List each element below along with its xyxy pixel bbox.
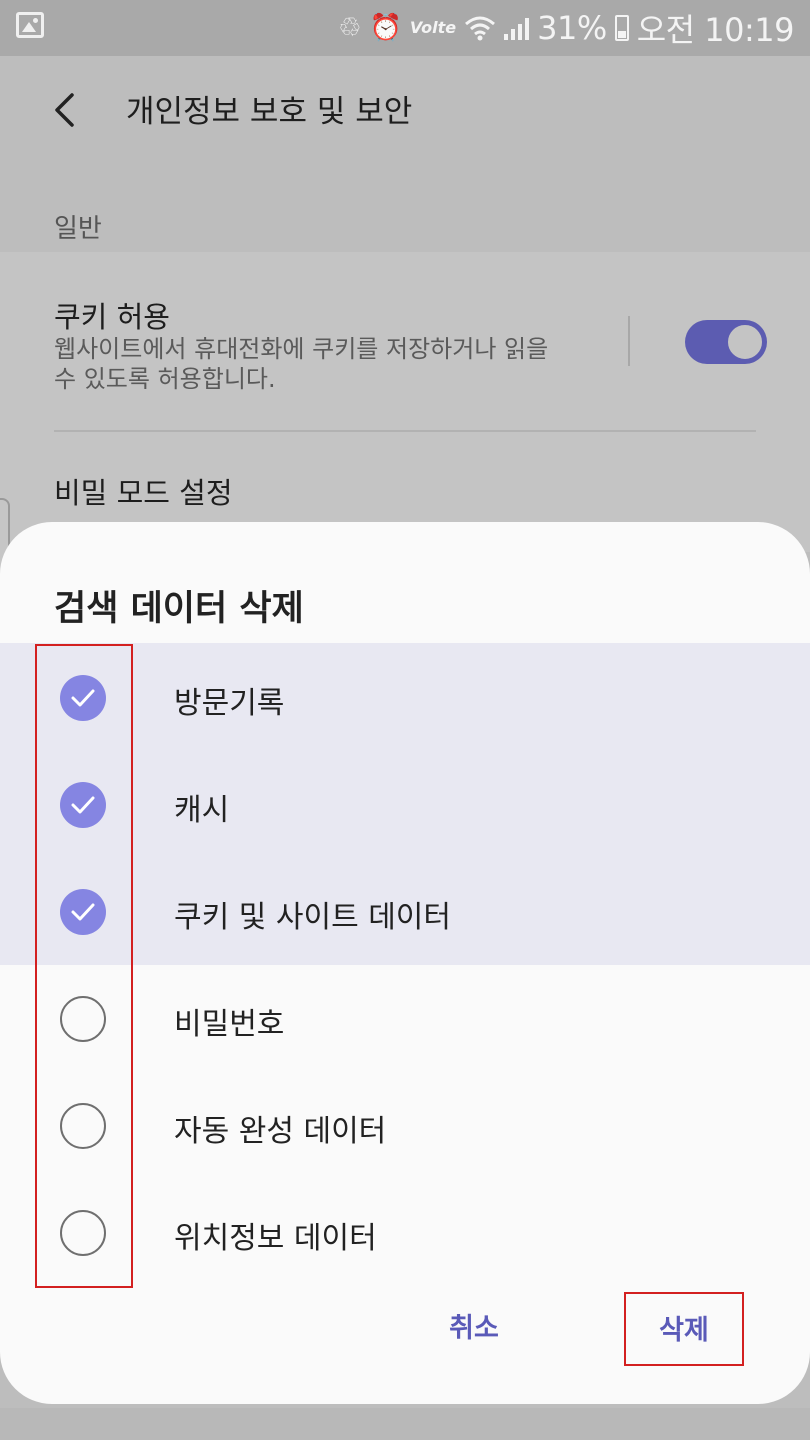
option-cache[interactable]: 캐시 xyxy=(0,751,810,858)
option-cookies-site-data[interactable]: 쿠키 및 사이트 데이터 xyxy=(0,858,810,965)
divider xyxy=(628,316,630,366)
battery-icon xyxy=(614,15,629,41)
divider xyxy=(54,430,756,432)
secret-mode-setting[interactable]: 비밀 모드 설정 xyxy=(54,470,233,512)
option-history[interactable]: 방문기록 xyxy=(0,644,810,751)
option-label: 위치정보 데이터 xyxy=(174,1221,377,1256)
checkbox-checked-icon[interactable] xyxy=(60,675,106,721)
gallery-icon xyxy=(16,12,44,38)
volte-icon: Volte xyxy=(409,18,457,37)
signal-icon xyxy=(504,16,530,40)
option-label: 쿠키 및 사이트 데이터 xyxy=(174,900,452,935)
cookie-toggle[interactable] xyxy=(685,320,767,364)
clear-data-dialog: 검색 데이터 삭제 방문기록 캐시 쿠키 및 사이트 데이터 비밀번호 자동 완… xyxy=(0,522,810,1404)
sync-icon: ♲ xyxy=(338,13,362,43)
option-label: 비밀번호 xyxy=(174,1007,285,1042)
app-bar: 개인정보 보호 및 보안 xyxy=(0,56,810,166)
clock: 오전 10:19 xyxy=(636,11,795,49)
dialog-title: 검색 데이터 삭제 xyxy=(54,589,304,629)
checkbox-unchecked-icon[interactable] xyxy=(60,996,106,1042)
toggle-knob xyxy=(725,322,765,362)
cookie-setting-description: 웹사이트에서 휴대전화에 쿠키를 저장하거나 읽을 수 있도록 허용합니다. xyxy=(54,335,549,393)
checkbox-checked-icon[interactable] xyxy=(60,782,106,828)
status-icons: ♲ ⏰ Volte 31% 오전 10:19 xyxy=(338,6,794,50)
battery-percent: 31% xyxy=(537,9,607,47)
back-arrow-icon[interactable] xyxy=(50,92,80,128)
option-passwords[interactable]: 비밀번호 xyxy=(0,965,810,1072)
option-autofill-data[interactable]: 자동 완성 데이터 xyxy=(0,1072,810,1179)
option-location-data[interactable]: 위치정보 데이터 xyxy=(0,1179,810,1286)
section-header-general: 일반 xyxy=(54,214,102,244)
navigation-area xyxy=(0,1408,810,1440)
cookie-setting-title[interactable]: 쿠키 허용 xyxy=(54,294,170,336)
option-label: 자동 완성 데이터 xyxy=(174,1114,387,1149)
alarm-icon: ⏰ xyxy=(369,13,402,43)
wifi-icon xyxy=(465,16,496,41)
checkbox-unchecked-icon[interactable] xyxy=(60,1103,106,1149)
checkbox-unchecked-icon[interactable] xyxy=(60,1210,106,1256)
option-label: 캐시 xyxy=(174,793,230,828)
option-label: 방문기록 xyxy=(174,686,285,721)
delete-button[interactable]: 삭제 xyxy=(624,1292,744,1366)
status-bar: ♲ ⏰ Volte 31% 오전 10:19 xyxy=(0,0,810,56)
page-title: 개인정보 보호 및 보안 xyxy=(126,94,413,130)
cancel-button[interactable]: 취소 xyxy=(420,1292,528,1366)
checkbox-checked-icon[interactable] xyxy=(60,889,106,935)
